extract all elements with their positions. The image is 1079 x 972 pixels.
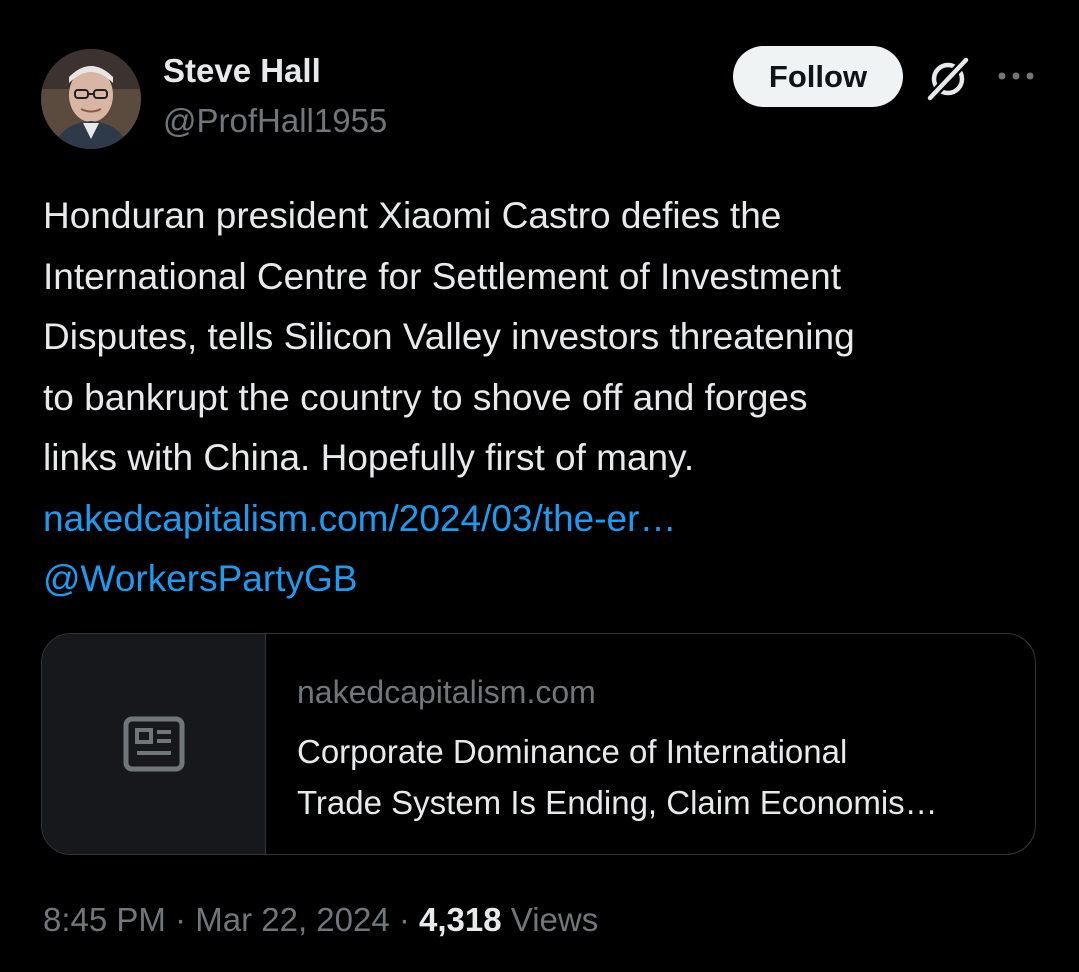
tweet-text-line: Disputes, tells Silicon Valley investors… [43, 316, 855, 357]
views-label: Views [510, 901, 599, 938]
grok-icon[interactable] [922, 53, 974, 105]
meta-separator: · [389, 901, 420, 938]
tweet-date[interactable]: Mar 22, 2024 [195, 901, 389, 938]
card-domain: nakedcapitalism.com [297, 674, 596, 710]
tweet-text-line: International Centre for Settlement of I… [43, 255, 841, 297]
more-options-icon[interactable] [996, 64, 1036, 88]
link-preview-card[interactable]: nakedcapitalism.com Corporate Dominance … [41, 633, 1036, 855]
meta-separator: · [165, 901, 196, 938]
tweet-metadata: 8:45 PM · Mar 22, 2024 · 4,318 Views [43, 900, 598, 940]
author-display-name[interactable]: Steve Hall [163, 51, 321, 91]
news-article-icon [123, 716, 185, 772]
card-title-line: Corporate Dominance of International [297, 733, 848, 770]
tweet-text-line: links with China. Hopefully first of man… [43, 437, 695, 478]
card-thumbnail [42, 634, 266, 854]
tweet: Steve Hall @ProfHall1955 Follow Honduran… [0, 0, 1079, 972]
card-title: Corporate Dominance of International Tra… [297, 726, 1012, 828]
follow-button[interactable]: Follow [733, 46, 903, 107]
avatar-image [41, 49, 141, 149]
views-count: 4,318 [419, 901, 502, 938]
tweet-text: Honduran president Xiaomi Castro defies … [43, 186, 1043, 610]
tweet-time[interactable]: 8:45 PM [43, 901, 166, 938]
tweet-text-line: Honduran president Xiaomi Castro defies … [43, 195, 782, 236]
tweet-link[interactable]: nakedcapitalism.com/2024/03/the-er… [43, 489, 1043, 550]
card-title-line: Trade System Is Ending, Claim Economis… [297, 784, 938, 821]
author-handle[interactable]: @ProfHall1955 [163, 101, 387, 141]
tweet-text-line: to bankrupt the country to shove off and… [43, 376, 808, 418]
avatar[interactable] [41, 49, 141, 149]
tweet-mention[interactable]: @WorkersPartyGB [43, 549, 1043, 610]
